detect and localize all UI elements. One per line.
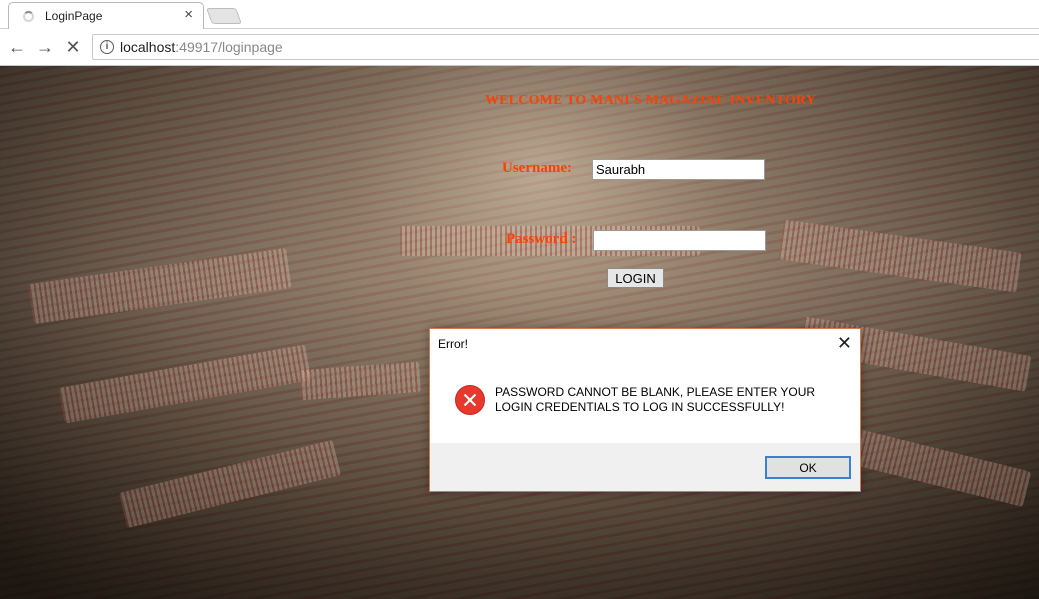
login-button[interactable]: LOGIN [607, 268, 664, 288]
background-shelf [118, 439, 342, 529]
background-shelf [778, 219, 1022, 293]
password-label: Password : [506, 231, 577, 247]
ok-button[interactable]: OK [765, 456, 851, 479]
back-arrow-icon[interactable]: ← [6, 36, 28, 58]
browser-toolbar: ← → ✕ i localhost:49917/loginpage [0, 29, 1039, 66]
background-shelf [58, 344, 312, 424]
username-label: Username: [502, 160, 572, 176]
url-host: localhost [120, 39, 176, 55]
background-shelf [28, 248, 292, 324]
dialog-close-icon[interactable]: ✕ [837, 333, 852, 353]
dialog-message: PASSWORD CANNOT BE BLANK, PLEASE ENTER Y… [495, 385, 816, 414]
forward-arrow-icon[interactable]: → [34, 36, 56, 58]
stop-loading-icon[interactable]: ✕ [62, 36, 84, 58]
url-text[interactable]: localhost:49917/loginpage [120, 39, 283, 55]
address-bar[interactable]: i localhost:49917/loginpage [92, 34, 1039, 60]
background-shelf [299, 361, 421, 401]
password-input[interactable] [593, 230, 766, 251]
loading-spinner-icon [23, 11, 34, 22]
dialog-title: Error! [438, 337, 468, 351]
tab-strip: LoginPage × [0, 0, 1039, 29]
url-path: :49917/loginpage [175, 39, 283, 55]
tab-title: LoginPage [45, 9, 103, 23]
username-input[interactable] [592, 159, 765, 180]
info-icon[interactable]: i [100, 40, 114, 54]
new-tab-button[interactable] [206, 8, 242, 24]
tab-close-icon[interactable]: × [184, 6, 193, 24]
error-icon [455, 385, 485, 415]
welcome-heading: WELCOME TO MANI'S MAGAZINE INVENTORY [485, 93, 817, 108]
dialog-footer: OK [430, 443, 860, 491]
error-dialog: Error! ✕ PASSWORD CANNOT BE BLANK, PLEAS… [429, 328, 861, 492]
browser-tab[interactable]: LoginPage × [8, 2, 204, 29]
